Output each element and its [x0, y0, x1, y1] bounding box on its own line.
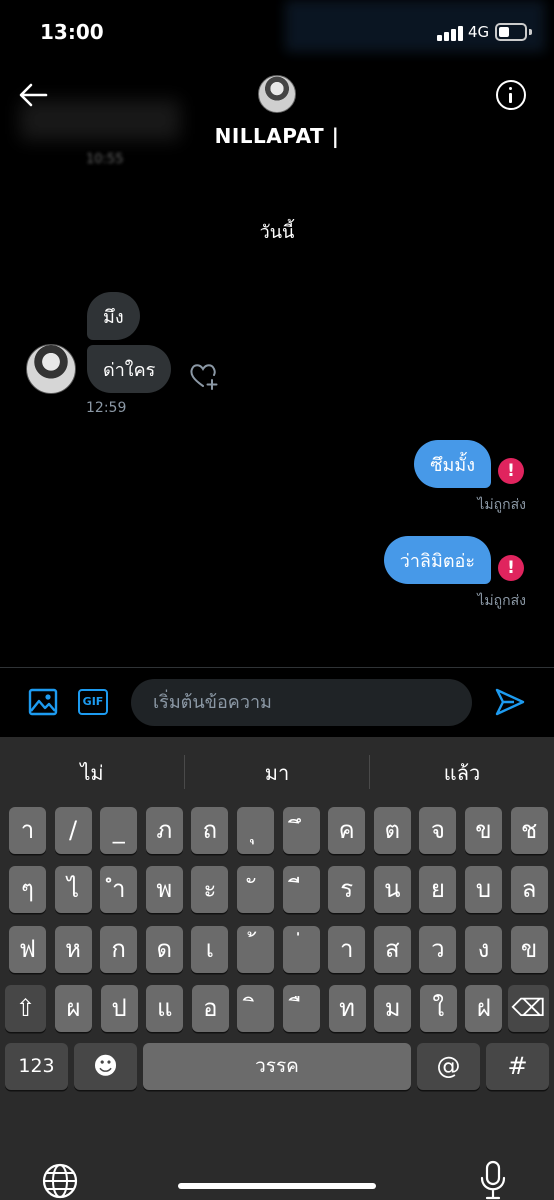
- back-arrow-icon[interactable]: [16, 78, 50, 112]
- space-key[interactable]: วรรค: [143, 1043, 411, 1090]
- keyboard-key[interactable]: แ: [146, 985, 184, 1032]
- globe-icon[interactable]: [42, 1163, 78, 1199]
- keyboard-key[interactable]: จ: [419, 807, 457, 854]
- keyboard-key[interactable]: ผ: [55, 985, 92, 1032]
- numbers-key[interactable]: 123: [5, 1043, 68, 1090]
- keyboard-key[interactable]: ป: [100, 985, 138, 1032]
- hash-key[interactable]: #: [486, 1043, 549, 1090]
- shift-key[interactable]: ⇧: [5, 985, 46, 1032]
- error-icon[interactable]: !: [498, 555, 524, 581]
- keyboard-key[interactable]: ไ: [54, 866, 92, 913]
- message-text: ด่าใคร: [103, 359, 156, 381]
- previous-message-time: 10:55: [86, 152, 124, 167]
- suggestion-bar: ไม่ มา แล้ว: [0, 737, 554, 809]
- heart-add-icon[interactable]: [188, 361, 222, 391]
- message-time: 12:59: [86, 400, 127, 416]
- keyboard-key[interactable]: ึ: [282, 807, 320, 854]
- keyboard-key[interactable]: น: [373, 866, 411, 913]
- date-separator: วันนี้: [259, 222, 295, 243]
- outgoing-message-bubble[interactable]: ซึมมั้ง: [414, 440, 491, 488]
- gif-icon[interactable]: GIF: [78, 689, 108, 715]
- keyboard-key[interactable]: ค: [328, 807, 366, 854]
- status-bar: 13:00 4G: [0, 0, 554, 66]
- emoji-key[interactable]: ☻: [74, 1043, 137, 1090]
- keyboard-key[interactable]: ก: [100, 926, 138, 973]
- keyboard-key[interactable]: ท: [328, 985, 366, 1032]
- outgoing-message-bubble[interactable]: ว่าลิมิตอ่ะ: [383, 536, 491, 584]
- battery-nub: [529, 29, 532, 35]
- at-key[interactable]: @: [417, 1043, 480, 1090]
- keyboard-key[interactable]: ต: [373, 807, 411, 854]
- keyboard-key[interactable]: พ: [145, 866, 183, 913]
- keyboard-key[interactable]: ใ: [419, 985, 457, 1032]
- suggestion-item[interactable]: มา: [185, 757, 369, 789]
- keyboard-key[interactable]: ห: [54, 926, 92, 973]
- keyboard-key[interactable]: ุ: [237, 807, 274, 854]
- microphone-icon[interactable]: [478, 1160, 508, 1200]
- keyboard-key[interactable]: เ: [191, 926, 229, 973]
- composer-bar: GIF: [0, 667, 554, 737]
- message-text: ว่าลิมิตอ่ะ: [399, 550, 475, 572]
- suggestion-item[interactable]: แล้ว: [370, 757, 554, 789]
- info-icon[interactable]: [496, 80, 526, 110]
- keyboard-key[interactable]: า: [9, 807, 46, 854]
- keyboard-key[interactable]: บ: [465, 866, 502, 913]
- battery-icon: [495, 23, 527, 41]
- keyboard-key[interactable]: /: [54, 807, 92, 854]
- suggestion-item[interactable]: ไม่: [0, 757, 184, 789]
- keyboard-key[interactable]: ข: [510, 926, 548, 973]
- keyboard: ไม่ มา แล้ว ⇧ ⌫ 123 ☻ วรรค @ # า/_ภถุึคต…: [0, 737, 554, 1200]
- incoming-message-bubble[interactable]: มึง: [87, 292, 140, 340]
- error-icon[interactable]: !: [498, 458, 524, 484]
- keyboard-key[interactable]: ร: [328, 866, 366, 913]
- status-time: 13:00: [40, 20, 104, 44]
- keyboard-key[interactable]: ะ: [191, 866, 229, 913]
- signal-icon: [437, 25, 465, 41]
- message-input[interactable]: [131, 679, 472, 726]
- sender-avatar[interactable]: [26, 344, 76, 394]
- keyboard-key[interactable]: ม: [374, 985, 412, 1032]
- message-text: ซึมมั้ง: [430, 454, 475, 476]
- keyboard-key[interactable]: ส: [373, 926, 411, 973]
- keyboard-key[interactable]: ้: [237, 926, 274, 973]
- keyboard-key[interactable]: ั: [237, 866, 274, 913]
- keyboard-key[interactable]: ่: [282, 926, 320, 973]
- keyboard-key[interactable]: _: [100, 807, 138, 854]
- keyboard-key[interactable]: ฟ: [9, 926, 46, 973]
- contact-name[interactable]: NILLAPAT |: [0, 124, 554, 148]
- backspace-key[interactable]: ⌫: [508, 985, 549, 1032]
- incoming-message-bubble[interactable]: ด่าใคร: [87, 345, 172, 393]
- keyboard-key[interactable]: ี: [282, 866, 320, 913]
- image-icon[interactable]: [28, 688, 58, 716]
- keyboard-key[interactable]: ล: [510, 866, 548, 913]
- keyboard-key[interactable]: ง: [465, 926, 502, 973]
- contact-avatar[interactable]: [258, 75, 296, 113]
- send-icon[interactable]: [494, 687, 526, 717]
- keyboard-key[interactable]: ๆ: [9, 866, 46, 913]
- keyboard-key[interactable]: ช: [510, 807, 548, 854]
- message-text: มึง: [103, 306, 124, 328]
- keyboard-key[interactable]: ด: [145, 926, 183, 973]
- keyboard-key[interactable]: ภ: [145, 807, 183, 854]
- keyboard-key[interactable]: ิ: [237, 985, 275, 1032]
- keyboard-key[interactable]: า: [328, 926, 366, 973]
- keyboard-key[interactable]: ว: [419, 926, 457, 973]
- keyboard-key[interactable]: อ: [191, 985, 229, 1032]
- keyboard-key[interactable]: ถ: [191, 807, 229, 854]
- not-sent-status: ไม่ถูกส่ง: [477, 593, 526, 609]
- keyboard-key[interactable]: ย: [419, 866, 457, 913]
- not-sent-status: ไม่ถูกส่ง: [477, 497, 526, 513]
- keyboard-key[interactable]: ื: [283, 985, 320, 1032]
- keyboard-key[interactable]: ำ: [100, 866, 138, 913]
- home-indicator[interactable]: [178, 1183, 376, 1189]
- network-label: 4G: [468, 23, 490, 41]
- keyboard-key[interactable]: ฝ: [465, 985, 503, 1032]
- keyboard-key[interactable]: ข: [465, 807, 502, 854]
